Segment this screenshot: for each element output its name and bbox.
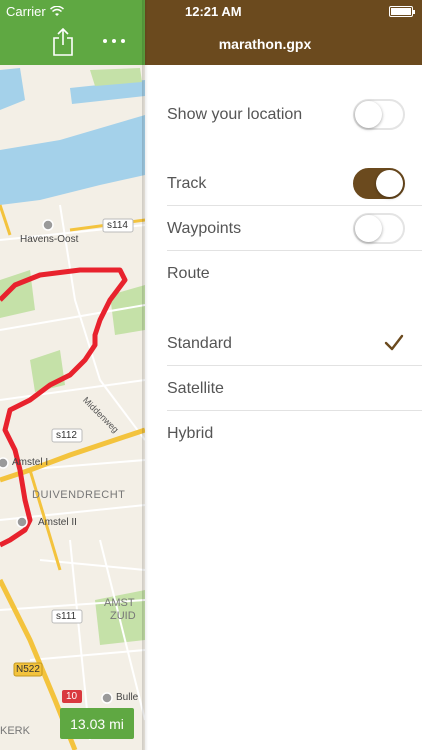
track-label: Track — [167, 175, 207, 192]
map-header: Carrier — [0, 0, 145, 65]
map-label-n522: N522 — [16, 664, 40, 675]
map-panel: Carrier Havens-Oost s114 s112 s111 Midde… — [0, 0, 145, 750]
show-location-toggle[interactable] — [353, 99, 405, 130]
status-carrier: Carrier — [6, 4, 64, 19]
map-label-kerk: KERK — [0, 725, 30, 737]
map-label-amstel-i: Amstel I — [12, 457, 49, 468]
waypoints-row[interactable]: Waypoints — [145, 206, 422, 251]
distance-badge[interactable]: 13.03 mi — [60, 708, 134, 739]
route-row[interactable]: Route — [145, 251, 422, 296]
map-label-amst: AMST — [104, 597, 135, 609]
carrier-label: Carrier — [6, 4, 46, 19]
route-label: Route — [167, 265, 210, 282]
map-type-hybrid[interactable]: Hybrid — [145, 411, 422, 456]
map-type-satellite[interactable]: Satellite — [145, 366, 422, 411]
map-label-a10: 10 — [66, 691, 78, 702]
settings-panel: 12:21 AM marathon.gpx Show your location… — [145, 0, 422, 750]
share-icon[interactable] — [52, 28, 74, 56]
map-type-label: Standard — [167, 335, 232, 352]
map-label-havens-oost: Havens-Oost — [20, 234, 79, 245]
map-labels: Havens-Oost s114 s112 s111 Middenweg Ams… — [0, 0, 145, 750]
wifi-icon — [49, 6, 64, 16]
more-icon[interactable] — [100, 33, 128, 49]
map-label-zuid: ZUID — [110, 610, 136, 622]
map-label-s111: s111 — [56, 611, 77, 622]
waypoints-label: Waypoints — [167, 220, 242, 237]
page-title: marathon.gpx — [218, 36, 312, 52]
map-type-label: Hybrid — [167, 425, 214, 442]
checkmark-icon — [384, 334, 404, 351]
show-location-label: Show your location — [167, 106, 303, 123]
app-screen: Carrier Havens-Oost s114 s112 s111 Midde… — [0, 0, 422, 750]
map-label-duivendrecht: DUIVENDRECHT — [32, 489, 126, 501]
map-label-bulle: Bulle — [116, 692, 139, 703]
map-label-amstel-ii: Amstel II — [38, 517, 77, 528]
map-type-standard[interactable]: Standard — [145, 321, 422, 366]
map-label-s112: s112 — [56, 430, 77, 441]
show-location-row[interactable]: Show your location — [145, 92, 422, 137]
status-time: 12:21 AM — [185, 4, 242, 19]
waypoints-toggle[interactable] — [353, 213, 405, 244]
map-type-label: Satellite — [167, 380, 224, 397]
panel-shadow — [142, 0, 148, 750]
map-label-middenweg: Middenweg — [80, 395, 121, 435]
settings-header: 12:21 AM marathon.gpx — [145, 0, 422, 65]
map-label-s114: s114 — [107, 220, 128, 231]
track-row[interactable]: Track — [145, 161, 422, 206]
track-toggle[interactable] — [353, 168, 405, 199]
battery-icon — [389, 6, 415, 17]
